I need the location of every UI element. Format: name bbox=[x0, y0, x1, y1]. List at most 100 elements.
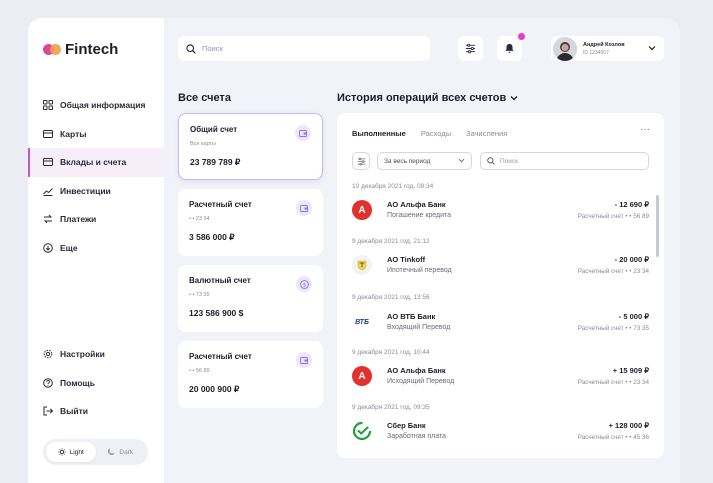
operation-date: 9 декабря 2021 год, 09:35 bbox=[352, 404, 430, 411]
wallet-icon bbox=[295, 125, 311, 141]
global-search[interactable] bbox=[178, 36, 430, 61]
account-amount: 20 000 900 ₽ bbox=[189, 384, 240, 394]
history-title-dropdown[interactable]: История операций всех счетов bbox=[337, 92, 518, 104]
tab-expenses[interactable]: Расходы bbox=[421, 129, 451, 138]
alfa-bank-logo: A bbox=[352, 366, 372, 386]
sidebar-item-label: Еще bbox=[60, 242, 78, 253]
notifications-button[interactable] bbox=[497, 33, 525, 61]
account-name: Расчетный счет bbox=[189, 200, 252, 209]
moon-icon bbox=[108, 448, 115, 455]
operation-bank: Сбер Банк bbox=[387, 421, 426, 430]
operation-row[interactable]: A АО Альфа Банк Погашение кредита - 12 6… bbox=[352, 198, 649, 224]
theme-light-label: Light bbox=[69, 448, 84, 456]
account-name: Расчетный счет bbox=[189, 352, 252, 361]
tab-completed[interactable]: Выполненные bbox=[352, 129, 406, 138]
operation-account: Расчетный счет • • 23 34 bbox=[577, 268, 649, 275]
account-name: Валютный счет bbox=[189, 276, 251, 285]
history-search-input[interactable] bbox=[500, 157, 640, 165]
app-name: Fintech bbox=[65, 41, 119, 58]
sidebar-item-label: Карты bbox=[60, 128, 87, 139]
period-select[interactable]: За весь период bbox=[377, 152, 472, 170]
operation-date: 10 декабря 2021 год, 08:34 bbox=[352, 183, 434, 190]
account-card-currency[interactable]: Валютный счет • • 73 35 123 586 900 $ $ bbox=[178, 265, 323, 332]
account-card-general[interactable]: Общий счет Все карты 23 789 789 ₽ bbox=[178, 113, 323, 180]
sidebar-item-logout[interactable]: Выйти bbox=[28, 397, 164, 426]
history-title: История операций всех счетов bbox=[337, 92, 507, 104]
sidebar-item-label: Платежи bbox=[60, 214, 97, 225]
logo[interactable]: Fintech bbox=[43, 41, 118, 58]
scrollbar[interactable] bbox=[656, 195, 659, 257]
account-sub: • • 23 34 bbox=[189, 216, 210, 222]
account-sub: Все карты bbox=[190, 141, 217, 147]
sidebar-item-more[interactable]: Еще bbox=[28, 234, 164, 263]
sidebar-item-overview[interactable]: Общая информация bbox=[28, 91, 164, 120]
operation-row[interactable]: АО Tinkoff Ипотечный перевод - 20 000 ₽ … bbox=[352, 253, 649, 279]
account-sub: • • 73 35 bbox=[189, 292, 210, 298]
tab-income[interactable]: Зачисления bbox=[466, 129, 507, 138]
account-amount: 23 789 789 ₽ bbox=[190, 157, 241, 167]
history-tabs: Выполненные Расходы Зачисления bbox=[352, 129, 507, 138]
dollar-icon: $ bbox=[296, 276, 312, 292]
operation-amount: - 5 000 ₽ bbox=[618, 312, 649, 321]
search-icon bbox=[487, 157, 495, 165]
account-card-settlement-1[interactable]: Расчетный счет • • 23 34 3 586 000 ₽ bbox=[178, 189, 323, 256]
search-input[interactable] bbox=[202, 44, 402, 53]
sber-bank-logo bbox=[352, 421, 372, 441]
operation-bank: АО Tinkoff bbox=[387, 255, 426, 264]
accounts-title: Все счета bbox=[178, 92, 231, 104]
notification-badge bbox=[518, 33, 525, 40]
sidebar-item-payments[interactable]: Платежи bbox=[28, 205, 164, 234]
chart-icon bbox=[43, 186, 53, 196]
operation-date: 9 декабря 2021 год, 10:44 bbox=[352, 349, 430, 356]
operation-row[interactable]: Сбер Банк Заработная плата + 128 000 ₽ Р… bbox=[352, 419, 649, 445]
card-icon bbox=[43, 129, 53, 139]
sidebar-item-investments[interactable]: Инвестиции bbox=[28, 177, 164, 206]
wallet-icon bbox=[296, 200, 312, 216]
operation-amount: - 20 000 ₽ bbox=[614, 255, 649, 264]
filter-settings-button[interactable] bbox=[458, 36, 483, 61]
user-info: Андрей Козлов ID 1234567 bbox=[583, 42, 625, 56]
operation-account: Расчетный счет • • 56 89 bbox=[577, 213, 649, 220]
history-search[interactable] bbox=[480, 152, 649, 170]
sidebar-item-cards[interactable]: Карты bbox=[28, 120, 164, 149]
operation-row[interactable]: ВТБ АО ВТБ Банк Входящий Перевод - 5 000… bbox=[352, 310, 649, 336]
operation-bank: АО Альфа Банк bbox=[387, 200, 446, 209]
user-profile-menu[interactable]: Андрей Козлов ID 1234567 bbox=[551, 36, 664, 61]
logo-icon bbox=[43, 43, 61, 56]
svg-text:$: $ bbox=[302, 282, 306, 288]
account-amount: 123 586 900 $ bbox=[189, 308, 244, 318]
sidebar: Fintech Общая информация Карты Вклады и … bbox=[28, 18, 164, 483]
operation-desc: Заработная плата bbox=[387, 433, 446, 440]
grid-icon bbox=[43, 100, 53, 111]
operation-row[interactable]: A АО Альфа Банк Исходящий Перевод + 15 9… bbox=[352, 364, 649, 390]
logout-icon bbox=[43, 406, 53, 416]
theme-dark-option[interactable]: Dark bbox=[96, 442, 146, 462]
operation-date: 9 декабря 2021 год, 21:12 bbox=[352, 238, 430, 245]
sliders-icon bbox=[465, 43, 476, 54]
operation-amount: + 15 909 ₽ bbox=[612, 366, 649, 375]
history-filter-button[interactable] bbox=[352, 152, 370, 170]
sidebar-item-settings[interactable]: Настройки bbox=[28, 340, 164, 369]
chevron-down-icon bbox=[510, 96, 518, 101]
more-options-button[interactable]: ··· bbox=[640, 124, 650, 135]
vtb-bank-logo: ВТБ bbox=[355, 318, 369, 326]
account-sub: • • 56 89 bbox=[189, 368, 210, 374]
operation-account: Расчетный счет • • 73 35 bbox=[577, 325, 649, 332]
sidebar-item-help[interactable]: Помощь bbox=[28, 369, 164, 398]
transfer-icon bbox=[43, 214, 53, 224]
theme-light-option[interactable]: Light bbox=[46, 442, 96, 462]
account-card-settlement-2[interactable]: Расчетный счет • • 56 89 20 000 900 ₽ bbox=[178, 341, 323, 408]
wallet-icon bbox=[296, 352, 312, 368]
search-icon bbox=[186, 43, 196, 54]
operation-amount: + 128 000 ₽ bbox=[608, 421, 649, 430]
account-name: Общий счет bbox=[190, 125, 238, 134]
wallet-icon bbox=[43, 157, 53, 167]
app-window: Fintech Общая информация Карты Вклады и … bbox=[28, 18, 680, 483]
operation-bank: АО Альфа Банк bbox=[387, 366, 446, 375]
sidebar-item-deposits[interactable]: Вклады и счета bbox=[28, 148, 164, 177]
history-panel: Выполненные Расходы Зачисления ··· За ве… bbox=[337, 113, 664, 458]
chevron-down-icon bbox=[648, 46, 656, 51]
operation-account: Расчетный счет • • 45 36 bbox=[577, 434, 649, 441]
operation-desc: Исходящий Перевод bbox=[387, 378, 455, 385]
operation-desc: Погашение кредита bbox=[387, 212, 452, 219]
